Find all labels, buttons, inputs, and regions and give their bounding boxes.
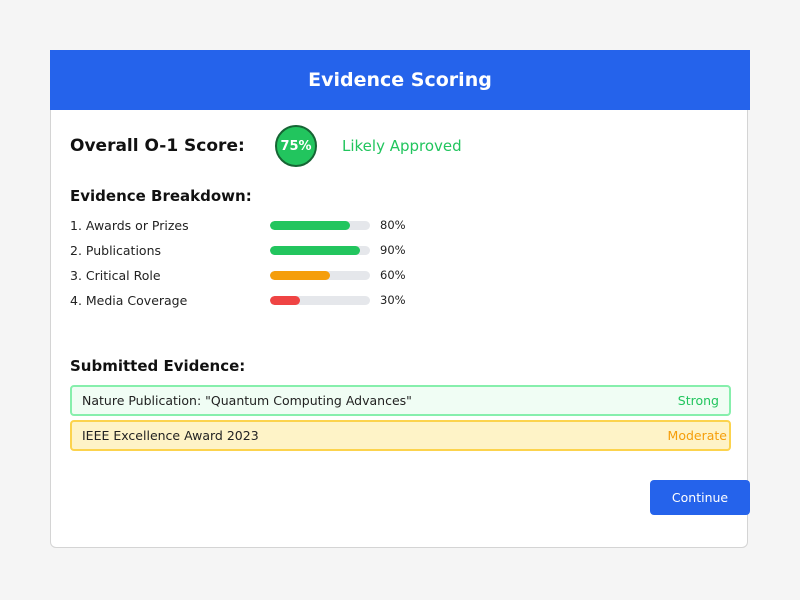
breakdown-row-publications: 2. Publications 90%	[70, 241, 406, 259]
progress-track	[270, 270, 370, 280]
breakdown-label: 3. Critical Role	[70, 267, 161, 283]
progress-fill	[270, 295, 300, 305]
evidence-rating: Moderate	[667, 428, 727, 443]
overall-score-row: Overall O-1 Score: 75% Likely Approved	[70, 125, 462, 167]
overall-score-label: Overall O-1 Score:	[70, 136, 245, 156]
progress-fill	[270, 245, 360, 255]
breakdown-row-awards: 1. Awards or Prizes 80%	[70, 216, 406, 234]
continue-button[interactable]: Continue	[650, 480, 750, 515]
progress-fill	[270, 220, 350, 230]
breakdown-label: 2. Publications	[70, 242, 162, 258]
progress-track	[270, 245, 370, 255]
breakdown-row-media-coverage: 4. Media Coverage 30%	[70, 291, 406, 309]
score-badge: 75%	[275, 125, 317, 167]
progress-track	[270, 220, 370, 230]
progress-track	[270, 295, 370, 305]
page-title: Evidence Scoring	[308, 69, 492, 91]
score-value: 75%	[280, 138, 312, 154]
approval-status: Likely Approved	[342, 137, 462, 155]
breakdown-percent: 80%	[380, 218, 406, 232]
evidence-item[interactable]: Nature Publication: "Quantum Computing A…	[70, 385, 731, 416]
evidence-rating: Strong	[677, 393, 719, 408]
breakdown-title: Evidence Breakdown:	[70, 187, 252, 205]
submitted-evidence-title: Submitted Evidence:	[70, 357, 246, 375]
breakdown-percent: 60%	[380, 268, 406, 282]
breakdown-label: 1. Awards or Prizes	[70, 217, 189, 233]
breakdown-percent: 30%	[380, 293, 406, 307]
breakdown-percent: 90%	[380, 243, 406, 257]
evidence-name: Nature Publication: "Quantum Computing A…	[82, 393, 412, 408]
progress-fill	[270, 270, 330, 280]
header-bar: Evidence Scoring	[50, 50, 750, 110]
evidence-scoring-card: Evidence Scoring Overall O-1 Score: 75% …	[50, 50, 750, 548]
evidence-item[interactable]: IEEE Excellence Award 2023 Moderate	[70, 420, 731, 451]
breakdown-label: 4. Media Coverage	[70, 292, 188, 308]
evidence-name: IEEE Excellence Award 2023	[82, 428, 259, 443]
breakdown-row-critical-role: 3. Critical Role 60%	[70, 266, 406, 284]
